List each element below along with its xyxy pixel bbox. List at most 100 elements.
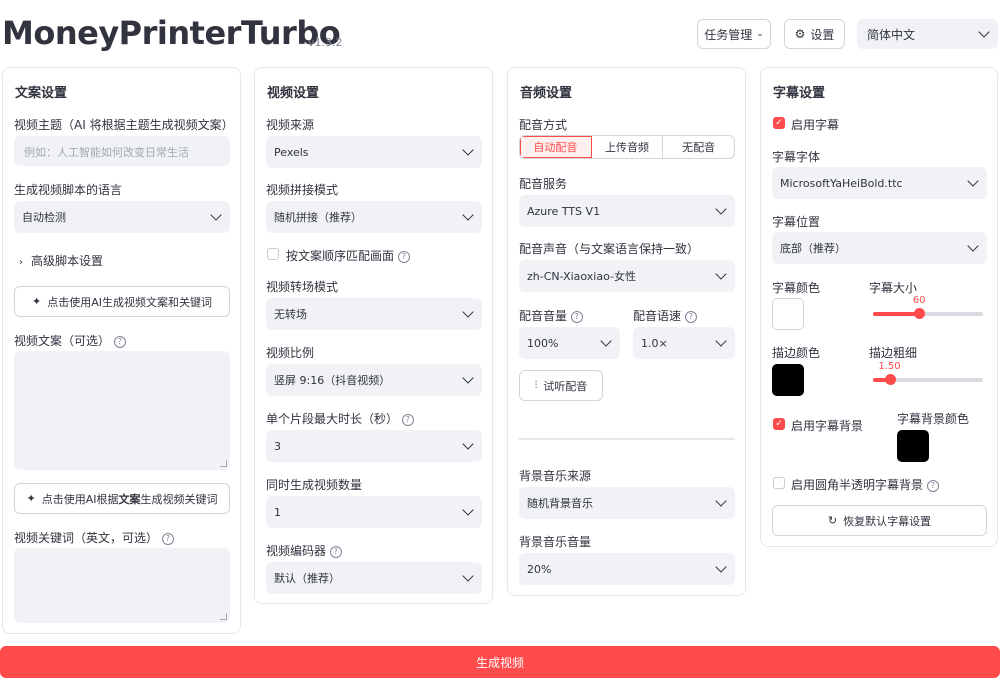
topic-label: 视频主题（AI 将根据主题生成视频文案） [14, 118, 234, 132]
subtitle-color-label: 字幕颜色 [772, 281, 821, 295]
subtitle-size-slider[interactable]: 60 [873, 295, 983, 319]
advanced-script-expander[interactable]: › 高级脚本设置 [19, 252, 103, 269]
bgm-volume-select[interactable]: 20% [519, 553, 735, 585]
script-language-select[interactable]: 自动检测 [14, 201, 230, 233]
clip-duration-label: 单个片段最大时长（秒） ? [266, 410, 414, 427]
chevron-down-icon [462, 504, 474, 516]
dub-service-value: Azure TTS V1 [527, 204, 601, 218]
advanced-script-label: 高级脚本设置 [31, 254, 104, 268]
help-icon[interactable]: ? [926, 479, 939, 492]
script-settings-panel: 文案设置 视频主题（AI 将根据主题生成视频文案） 例如：人工智能如何改变日常生… [2, 67, 241, 634]
voice-volume-label: 配音音量 ? [519, 307, 583, 324]
help-icon[interactable]: ? [329, 545, 342, 558]
voice-speed-text: 配音语速 [633, 309, 682, 323]
slider-handle[interactable] [914, 308, 926, 319]
voice-speed-value: 1.0× [641, 336, 668, 350]
generate-script-button[interactable]: ✦ 点击使用AI生成视频文案和关键词 [14, 286, 230, 317]
subtitle-color-swatch[interactable] [772, 298, 804, 330]
resize-handle-icon[interactable] [220, 613, 227, 620]
script-label-text: 视频文案（可选） [14, 334, 111, 348]
chevron-down-icon [715, 561, 727, 573]
preview-voice-button[interactable]: ⫶ 试听配音 [519, 370, 603, 401]
enable-subtitle-bg-checkbox[interactable]: ✓ [773, 418, 785, 430]
script-language-value: 自动检测 [22, 211, 66, 224]
video-source-label: 视频来源 [266, 118, 315, 132]
subtitle-position-select[interactable]: 底部（推荐） [772, 232, 987, 264]
bgm-volume-value: 20% [527, 562, 552, 576]
panel-title: 音频设置 [520, 86, 573, 101]
topic-input[interactable]: 例如：人工智能如何改变日常生活 [14, 136, 230, 166]
clip-duration-select[interactable]: 3 [266, 430, 482, 462]
voice-volume-select[interactable]: 100% [519, 327, 620, 359]
stroke-width-slider[interactable]: 1.50 [873, 361, 983, 385]
chevron-down-icon [462, 306, 474, 318]
voice-value: zh-CN-Xiaoxiao-女性 [527, 270, 636, 283]
help-icon[interactable]: ? [397, 250, 410, 263]
dub-service-select[interactable]: Azure TTS V1 [519, 195, 735, 227]
settings-button[interactable]: ⚙ 设置 [784, 19, 845, 49]
concat-mode-value: 随机拼接（推荐） [274, 211, 362, 224]
help-icon[interactable]: ? [161, 532, 174, 545]
dub-mode-auto[interactable]: 自动配音 [520, 136, 592, 158]
chevron-down-icon [462, 372, 474, 384]
aspect-ratio-select[interactable]: 竖屏 9:16（抖音视频） [266, 364, 482, 396]
help-icon[interactable]: ? [113, 335, 126, 348]
keywords-textarea[interactable] [14, 548, 230, 623]
audio-wave-icon: ⫶ [534, 380, 538, 391]
reset-subtitle-label: 恢复默认字幕设置 [843, 514, 932, 528]
match-order-text: 按文案顺序匹配画面 [286, 249, 395, 263]
bgm-source-select[interactable]: 随机背景音乐 [519, 487, 735, 519]
voice-speed-select[interactable]: 1.0× [633, 327, 735, 359]
generate-keywords-bold: 文案 [118, 492, 141, 506]
gear-icon: ⚙ [794, 27, 806, 41]
stroke-color-swatch[interactable] [772, 364, 804, 396]
language-label: 生成视频脚本的语言 [14, 183, 123, 197]
dub-mode-upload[interactable]: 上传音频 [592, 136, 664, 158]
resize-handle-icon[interactable] [220, 460, 227, 467]
help-icon[interactable]: ? [684, 310, 697, 323]
voice-select[interactable]: zh-CN-Xiaoxiao-女性 [519, 260, 735, 292]
language-select[interactable]: 简体中文 [857, 19, 998, 49]
subtitle-size-value: 60 [912, 295, 926, 306]
enable-subtitle-bg-label: 启用字幕背景 [791, 419, 864, 433]
match-order-checkbox[interactable] [267, 248, 279, 260]
subtitle-font-value: MicrosoftYaHeiBold.ttc [780, 176, 903, 190]
clip-duration-value: 3 [274, 439, 281, 453]
task-management-button[interactable]: 任务管理 ⌄ [697, 19, 771, 49]
rounded-bg-text: 启用圆角半透明字幕背景 [791, 478, 924, 492]
chevron-down-icon [462, 209, 474, 221]
rounded-bg-checkbox[interactable] [773, 477, 785, 489]
slider-handle[interactable] [884, 374, 896, 385]
generate-video-button[interactable]: 生成视频 [0, 646, 1000, 678]
clip-duration-text: 单个片段最大时长（秒） [266, 412, 399, 426]
dub-mode-segmented-control[interactable]: 自动配音 上传音频 无配音 [519, 135, 735, 159]
encoder-text: 视频编码器 [266, 544, 327, 558]
chevron-down-icon [978, 26, 990, 38]
concat-mode-select[interactable]: 随机拼接（推荐） [266, 201, 482, 233]
video-count-select[interactable]: 1 [266, 496, 482, 528]
language-value: 简体中文 [867, 27, 916, 42]
keywords-label: 视频关键词（英文，可选） ? [14, 529, 174, 546]
enable-subtitle-checkbox[interactable]: ✓ [773, 117, 785, 129]
generate-keywords-label: 点击使用AI根据文案生成视频关键词 [42, 491, 218, 507]
panel-title: 文案设置 [15, 86, 68, 101]
encoder-select[interactable]: 默认（推荐） [266, 562, 482, 594]
help-icon[interactable]: ? [401, 413, 414, 426]
reset-subtitle-button[interactable]: ↻ 恢复默认字幕设置 [772, 505, 987, 536]
subtitle-bg-color-swatch[interactable] [897, 430, 929, 462]
sparkle-icon: ✦ [32, 295, 42, 308]
voice-volume-text: 配音音量 [519, 309, 568, 323]
subtitle-position-value: 底部（推荐） [780, 242, 846, 255]
script-textarea[interactable] [14, 351, 230, 470]
chevron-right-icon: › [19, 257, 23, 268]
help-icon[interactable]: ? [570, 310, 583, 323]
match-order-label: 按文案顺序匹配画面 ? [286, 247, 410, 264]
video-source-select[interactable]: Pexels [266, 136, 482, 168]
transition-select[interactable]: 无转场 [266, 298, 482, 330]
dub-mode-none[interactable]: 无配音 [663, 136, 734, 158]
generate-keywords-button[interactable]: ✦ 点击使用AI根据文案生成视频关键词 [14, 483, 230, 514]
subtitle-font-select[interactable]: MicrosoftYaHeiBold.ttc [772, 167, 987, 199]
video-source-value: Pexels [274, 145, 309, 159]
generate-keywords-post: 生成视频关键词 [140, 492, 218, 506]
voice-speed-label: 配音语速 ? [633, 307, 697, 324]
